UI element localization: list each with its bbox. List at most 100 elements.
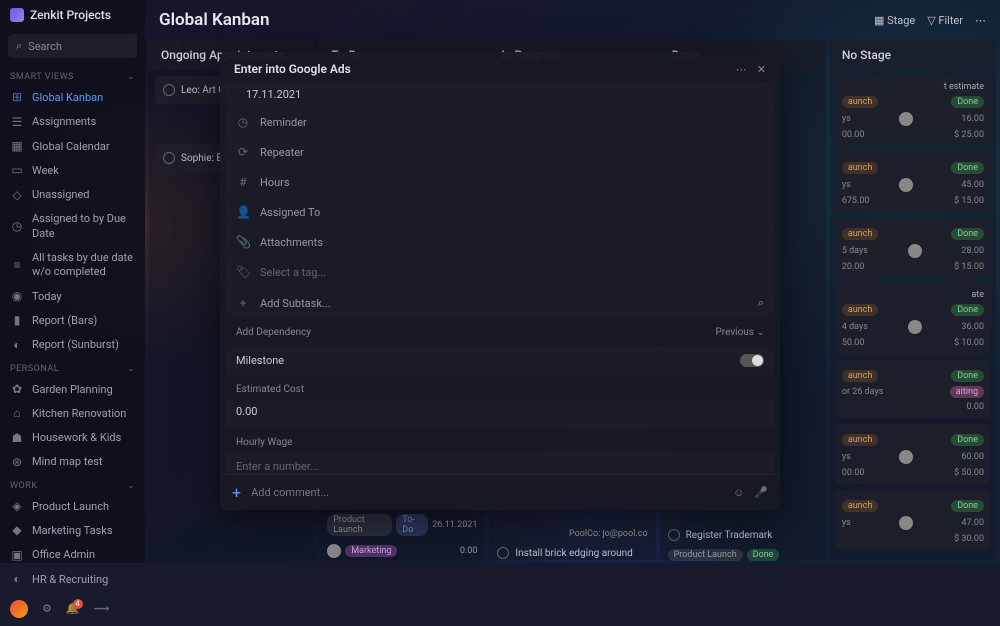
sidebar-item-work[interactable]: ◈ Product Launch — [0, 495, 145, 519]
mic-icon[interactable]: 🎤 — [754, 486, 768, 499]
nav-icon: ◷ — [10, 220, 24, 234]
tag-launch: aunch — [842, 500, 879, 512]
tag-done: Done — [951, 162, 984, 174]
card[interactable]: aunchDone ys47.00 $ 30.00 — [836, 490, 990, 550]
dependency-label[interactable]: Add Dependency — [236, 327, 311, 338]
add-button[interactable]: + — [232, 483, 241, 502]
activity-icon[interactable]: ⟿ — [94, 602, 110, 615]
plus-icon: + — [236, 296, 250, 310]
add-subtask-field[interactable]: +Add Subtask... ⌕ — [226, 288, 774, 318]
avatar — [899, 516, 913, 530]
sidebar: Zenkit Projects ⌕ Search SMART VIEWS ⌄ ⊞… — [0, 0, 145, 563]
search-icon[interactable]: ⌕ — [758, 296, 764, 310]
sidebar-item-smart[interactable]: ⊞ Global Kanban — [0, 86, 145, 110]
sidebar-item-personal[interactable]: ☗ Housework & Kids — [0, 426, 145, 450]
app-logo-icon — [10, 8, 24, 22]
section-work[interactable]: WORK ⌄ — [0, 475, 145, 495]
assigned-to-field[interactable]: 👤Assigned To — [226, 198, 774, 227]
close-icon[interactable]: ✕ — [757, 63, 766, 76]
sidebar-footer: ⚙ 🔔 4 ⟿ — [0, 592, 145, 626]
card[interactable]: aunchDone ys45.00 675.00$ 15.00 — [836, 152, 990, 212]
nav-icon: ▦ — [10, 140, 24, 154]
sidebar-item-label: Report (Sunburst) — [32, 338, 119, 352]
date-field[interactable]: 17.11.2021 — [226, 82, 774, 107]
card[interactable]: aunchDone 5 days28.00 20.00$ 15.00 — [836, 218, 990, 278]
sidebar-item-label: Today — [32, 290, 62, 304]
sidebar-item-label: HR & Recruiting — [32, 573, 108, 587]
section-personal[interactable]: PERSONAL ⌄ — [0, 358, 145, 378]
sidebar-item-personal[interactable]: ⌂ Kitchen Renovation — [0, 402, 145, 426]
comment-input[interactable]: Add comment... — [251, 486, 723, 499]
stage-button[interactable]: ▦ Stage — [874, 14, 915, 27]
repeat-icon: ⟳ — [236, 145, 250, 159]
estimated-cost-input[interactable]: 0.00 — [226, 399, 774, 428]
app-header: Zenkit Projects — [0, 0, 145, 30]
estimated-cost-label: Estimated Cost — [226, 376, 774, 399]
sidebar-item-smart[interactable]: ◐ Report (Sunburst) — [0, 333, 145, 357]
card[interactable]: t estimate aunchDone ys16.00 00.00$ 25.0… — [836, 76, 990, 146]
chevron-down-icon: ⌄ — [127, 364, 135, 374]
sidebar-item-label: Marketing Tasks — [32, 524, 113, 538]
filter-button[interactable]: ▽ Filter — [927, 14, 963, 27]
tag-done: Done — [951, 370, 984, 382]
sidebar-item-smart[interactable]: ▮ Report (Bars) — [0, 309, 145, 333]
sidebar-item-smart[interactable]: ◉ Today — [0, 285, 145, 309]
sidebar-item-personal[interactable]: ⊛ Mind map test — [0, 450, 145, 474]
sidebar-item-label: Assignments — [32, 115, 96, 129]
tag-product-launch: Product Launch — [668, 549, 743, 561]
tag-waiting: aiting — [950, 386, 984, 398]
sidebar-item-label: Mind map test — [32, 455, 103, 469]
more-icon[interactable]: ⋯ — [975, 14, 986, 27]
tag-done: Done — [747, 549, 780, 561]
nav-icon: ☗ — [10, 431, 24, 445]
sidebar-item-label: All tasks by due date w/o completed — [32, 251, 135, 280]
app-name: Zenkit Projects — [30, 8, 111, 22]
sidebar-item-label: Unassigned — [32, 188, 90, 202]
sidebar-item-personal[interactable]: ✿ Garden Planning — [0, 378, 145, 402]
tag-launch: aunch — [842, 434, 879, 446]
card[interactable]: aunchDone ys60.00 00.00$ 50.00 — [836, 424, 990, 484]
hourly-wage-input[interactable]: Enter a number... — [226, 452, 774, 474]
reminder-field[interactable]: ◷Reminder — [226, 108, 774, 137]
notifications-button[interactable]: 🔔 4 — [66, 602, 80, 615]
nav-icon: ◐ — [10, 338, 24, 352]
column-nostage: No Stage t estimate aunchDone ys16.00 00… — [830, 40, 996, 560]
search-input[interactable]: ⌕ Search — [8, 34, 137, 58]
tag-todo: To-Do — [396, 514, 428, 536]
hours-field[interactable]: #Hours — [226, 168, 774, 197]
sidebar-item-label: Garden Planning — [32, 383, 113, 397]
section-smart-views[interactable]: SMART VIEWS ⌄ — [0, 66, 145, 86]
sidebar-item-smart[interactable]: ≡ All tasks by due date w/o completed — [0, 246, 145, 285]
nav-icon: ⌂ — [10, 407, 24, 421]
sidebar-item-smart[interactable]: ▦ Global Calendar — [0, 135, 145, 159]
person-icon: 👤 — [236, 205, 250, 219]
previous-dropdown[interactable]: Previous ⌄ — [715, 327, 764, 338]
sidebar-item-smart[interactable]: ▭ Week — [0, 159, 145, 183]
attachments-field[interactable]: 📎Attachments — [226, 228, 774, 257]
avatar — [908, 244, 922, 258]
tags-field[interactable]: 🏷Select a tag... — [226, 258, 774, 287]
tag-marketing: Marketing — [345, 545, 397, 557]
card-text: PoolCo: jo@pool.co — [489, 525, 655, 543]
settings-icon[interactable]: ⚙ — [42, 602, 52, 615]
milestone-toggle[interactable] — [740, 354, 764, 367]
sidebar-item-label: Week — [32, 164, 59, 178]
sidebar-item-label: Assigned to by Due Date — [32, 212, 135, 241]
nav-icon: ▣ — [10, 548, 24, 562]
card[interactable]: ate aunchDone 4 days36.00 50.00$ 10.00 — [836, 284, 990, 354]
sidebar-item-work[interactable]: ◆ Marketing Tasks — [0, 519, 145, 543]
sidebar-item-work[interactable]: ▣ Office Admin — [0, 543, 145, 567]
tag-launch: aunch — [842, 162, 879, 174]
sidebar-item-work[interactable]: ◐ HR & Recruiting — [0, 568, 145, 592]
card[interactable]: aunchDone or 26 daysaiting 0.00 — [836, 360, 990, 418]
user-avatar[interactable] — [10, 600, 28, 618]
repeater-field[interactable]: ⟳Repeater — [226, 138, 774, 167]
tag-launch: aunch — [842, 370, 879, 382]
sidebar-item-smart[interactable]: ◷ Assigned to by Due Date — [0, 207, 145, 246]
nav-icon: ◈ — [10, 500, 24, 514]
more-icon[interactable]: ⋯ — [736, 63, 747, 76]
sidebar-item-smart[interactable]: ◇ Unassigned — [0, 183, 145, 207]
nav-icon: ✿ — [10, 383, 24, 397]
sidebar-item-smart[interactable]: ☰ Assignments — [0, 110, 145, 134]
emoji-icon[interactable]: ☺ — [733, 486, 744, 499]
